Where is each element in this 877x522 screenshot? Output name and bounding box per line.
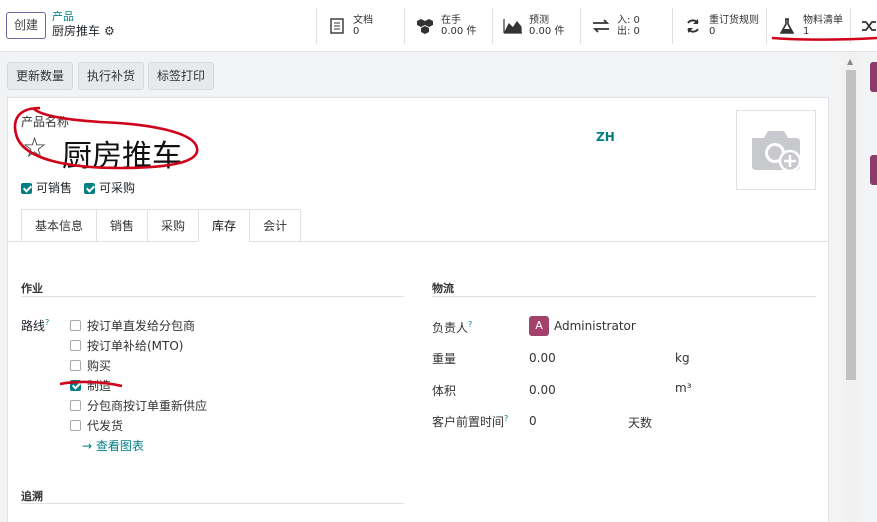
product-flags: 可销售 可采购 [21, 179, 135, 196]
logistics-heading: 物流 [432, 282, 454, 295]
operations-heading: 作业 [21, 282, 43, 295]
routes-label: 路线? [21, 318, 50, 333]
breadcrumb-current: 厨房推车 [52, 24, 101, 38]
weight-label: 重量 [432, 352, 457, 366]
product-name[interactable]: 厨房推车 [62, 131, 182, 175]
stat-reordering-rules[interactable]: 重订货规则 0 [672, 8, 766, 44]
weight-input[interactable]: 0.00 [529, 351, 556, 365]
checkbox[interactable] [84, 183, 96, 194]
star-icon[interactable]: ☆ [22, 131, 47, 164]
stat-value: 0.00 件 [441, 26, 477, 37]
control-panel: 创建 产品 厨房推车 ⚙ 文档 0 在手 0.00 件 预测 0.00 件 入: 0 出:… [0, 0, 877, 52]
can-be-purchased-checkbox[interactable]: 可采购 [84, 179, 135, 196]
volume-input[interactable]: 0.00 [529, 383, 556, 397]
checkbox[interactable] [70, 380, 81, 391]
language-button[interactable]: ZH [596, 130, 615, 144]
update-quantity-button[interactable]: 更新数量 [7, 62, 74, 90]
breadcrumb: 产品 厨房推车 ⚙ [52, 10, 115, 38]
create-button[interactable]: 创建 [6, 12, 47, 39]
help-icon[interactable]: ? [504, 414, 508, 423]
notebook-tabs: 基本信息 销售 采购 库存 会计 [21, 209, 302, 242]
random-icon [861, 19, 877, 33]
volume-label: 体积 [432, 384, 457, 398]
breadcrumb-parent[interactable]: 产品 [52, 10, 115, 24]
route-item[interactable]: 按订单补给(MTO) [70, 337, 184, 354]
route-item[interactable]: 分包商按订单重新供应 [70, 397, 207, 414]
checkbox[interactable] [70, 360, 81, 371]
can-be-sold-checkbox[interactable]: 可销售 [21, 179, 72, 196]
stat-label: 预测 [529, 15, 549, 26]
flask-icon [777, 18, 797, 34]
route-item[interactable]: 代发货 [70, 417, 123, 434]
route-label: 分包商按订单重新供应 [87, 399, 208, 413]
scrollbar-thumb[interactable] [846, 70, 856, 380]
stat-in-out[interactable]: 入: 0 出: 0 [580, 8, 672, 44]
tab-inventory[interactable]: 库存 [198, 209, 250, 242]
section-divider [432, 296, 816, 297]
checkbox[interactable] [70, 400, 81, 411]
route-label: 制造 [87, 379, 112, 393]
responsible-field[interactable]: Administrator [554, 319, 636, 333]
section-divider [21, 503, 404, 504]
cubes-icon [415, 18, 435, 34]
stat-value: 1 [803, 26, 810, 37]
checkbox[interactable] [70, 420, 81, 431]
tab-sales[interactable]: 销售 [96, 209, 148, 242]
responsible-label: 负责人? [432, 320, 473, 335]
scroll-up-icon[interactable]: ▲ [847, 57, 853, 66]
document-icon [327, 18, 347, 34]
traceability-heading: 追溯 [21, 490, 43, 503]
can-be-purchased-label: 可采购 [99, 181, 136, 195]
tab-purchase[interactable]: 采购 [147, 209, 199, 242]
view-diagram-link[interactable]: → 查看图表 [82, 437, 144, 454]
route-item[interactable]: 按订单直发给分包商 [70, 317, 195, 334]
route-label: 购买 [87, 359, 112, 373]
stat-documents[interactable]: 文档 0 [316, 8, 404, 44]
tab-general-info[interactable]: 基本信息 [21, 209, 97, 242]
route-item[interactable]: 购买 [70, 357, 111, 374]
stat-label: 在手 [441, 15, 461, 26]
stat-label: 文档 [353, 15, 373, 26]
route-item[interactable]: 制造 [70, 377, 111, 394]
gear-icon[interactable]: ⚙ [104, 24, 115, 38]
stat-bill-of-materials[interactable]: 物料清单 1 [766, 8, 850, 44]
stat-more[interactable] [850, 8, 877, 44]
help-icon[interactable]: ? [45, 318, 49, 327]
chatter-edge-tag[interactable] [870, 62, 877, 92]
weight-unit: kg [675, 351, 690, 365]
stat-out: 出: 0 [617, 26, 640, 37]
stat-value: 0 [353, 26, 360, 37]
section-divider [21, 296, 404, 297]
lead-time-unit: 天数 [628, 416, 653, 430]
area-chart-icon [503, 18, 523, 34]
avatar: A [529, 316, 549, 336]
stat-on-hand[interactable]: 在手 0.00 件 [404, 8, 492, 44]
checkbox[interactable] [21, 183, 32, 194]
can-be-sold-label: 可销售 [36, 181, 73, 195]
volume-unit: m³ [675, 381, 692, 395]
print-labels-button[interactable]: 标签打印 [148, 62, 215, 90]
help-icon[interactable]: ? [468, 320, 472, 329]
route-label: 代发货 [87, 419, 124, 433]
camera-add-icon [752, 131, 802, 173]
stat-label: 重订货规则 [709, 15, 759, 26]
exchange-icon [591, 19, 611, 33]
customer-lead-time-label: 客户前置时间? [432, 414, 509, 429]
checkbox[interactable] [70, 340, 81, 351]
tab-accounting[interactable]: 会计 [249, 209, 302, 242]
refresh-icon [683, 18, 703, 34]
stat-value: 0.00 件 [529, 26, 565, 37]
replenish-button[interactable]: 执行补货 [78, 62, 145, 90]
product-image[interactable] [736, 110, 816, 190]
lead-time-input[interactable]: 0 [529, 414, 537, 428]
chatter-edge-tag[interactable] [870, 155, 877, 185]
stat-value: 0 [709, 26, 716, 37]
route-label: 按订单补给(MTO) [87, 339, 184, 353]
stat-forecast[interactable]: 预测 0.00 件 [492, 8, 580, 44]
stat-in: 入: 0 [617, 15, 640, 26]
stat-label: 物料清单 [803, 15, 843, 26]
route-label: 按订单直发给分包商 [87, 319, 196, 333]
checkbox[interactable] [70, 320, 81, 331]
product-name-label: 产品名称 [21, 115, 70, 129]
